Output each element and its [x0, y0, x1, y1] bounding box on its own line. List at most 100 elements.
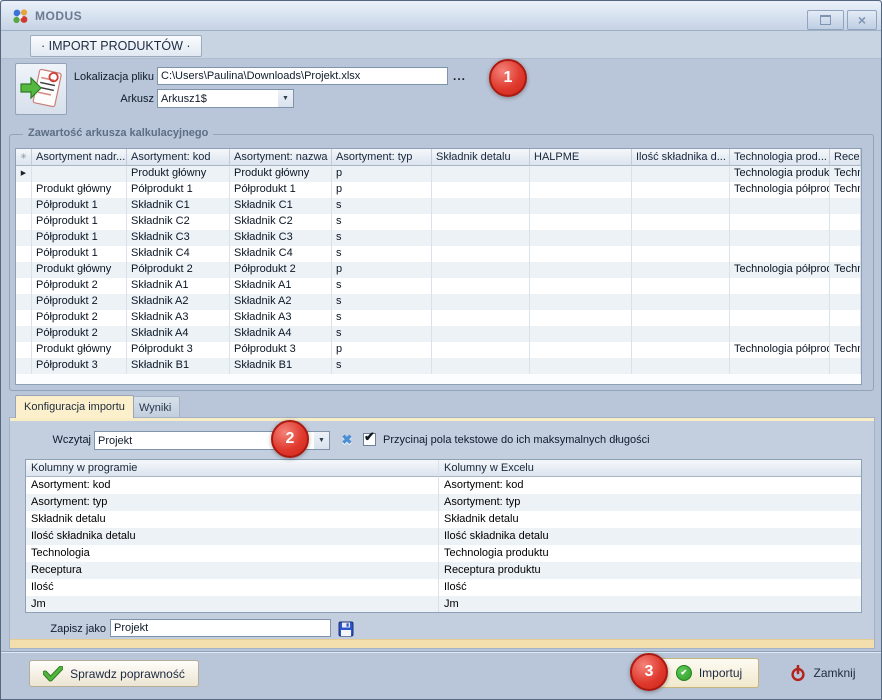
browse-button[interactable]: ...: [453, 69, 466, 83]
grid-cell: p: [332, 262, 432, 278]
tab-wyniki[interactable]: Wyniki: [130, 396, 180, 418]
close-icon: ×: [858, 13, 866, 27]
table-row[interactable]: Półprodukt 1Składnik C1Składnik C1s: [16, 198, 861, 214]
file-location-input[interactable]: [157, 67, 448, 85]
spreadsheet-group-title: Zawartość arkusza kalkulacyjnego: [23, 127, 213, 139]
grid-cell: Składnik C1: [230, 198, 332, 214]
table-row[interactable]: Produkt głównyPółprodukt 3Półprodukt 3pT…: [16, 342, 861, 358]
grid-cell: [32, 166, 127, 182]
row-indicator: [16, 230, 32, 246]
mapping-row[interactable]: Ilość składnika detaluIlość składnika de…: [26, 528, 861, 545]
mapping-row[interactable]: Asortyment: typAsortyment: typ: [26, 494, 861, 511]
grid-column-header[interactable]: Asortyment: nazwa: [230, 149, 332, 166]
grid-column-header[interactable]: Recept: [830, 149, 861, 166]
grid-cell: Półprodukt 2: [127, 262, 230, 278]
restore-icon: [820, 15, 831, 25]
grid-column-header[interactable]: Ilość składnika d...: [632, 149, 730, 166]
grid-cell: [830, 326, 861, 342]
save-as-input[interactable]: [110, 619, 331, 637]
table-row[interactable]: Produkt głównyPółprodukt 2Półprodukt 2pT…: [16, 262, 861, 278]
mapping-program-cell: Ilość składnika detalu: [26, 528, 439, 545]
grid-cell: [730, 214, 830, 230]
table-row[interactable]: Półprodukt 1Składnik C4Składnik C4s: [16, 246, 861, 262]
annotation-step-3: 3: [630, 653, 668, 691]
grid-cell: [432, 246, 530, 262]
grid-cell: [432, 214, 530, 230]
window-title: MODUS: [35, 9, 82, 23]
mapping-row[interactable]: Asortyment: kodAsortyment: kod: [26, 477, 861, 494]
grid-cell: Produkt główny: [127, 166, 230, 182]
mapping-row[interactable]: RecepturaReceptura produktu: [26, 562, 861, 579]
mapping-row[interactable]: Składnik detaluSkładnik detalu: [26, 511, 861, 528]
chevron-down-icon: ▼: [278, 90, 293, 107]
mapping-row[interactable]: TechnologiaTechnologia produktu: [26, 545, 861, 562]
mapping-program-cell: Technologia: [26, 545, 439, 562]
grid-cell: Produkt główny: [32, 342, 127, 358]
grid-column-header[interactable]: Asortyment: kod: [127, 149, 230, 166]
table-row[interactable]: Produkt głównyPółprodukt 1Półprodukt 1pT…: [16, 182, 861, 198]
grid-column-header[interactable]: Asortyment nadr...: [32, 149, 127, 166]
green-check-icon: [43, 666, 63, 682]
grid-cell: [530, 358, 632, 374]
table-row[interactable]: Półprodukt 1Składnik C2Składnik C2s: [16, 214, 861, 230]
grid-cell: s: [332, 198, 432, 214]
grid-cell: [432, 326, 530, 342]
close-dialog-label: Zamknij: [813, 666, 855, 680]
grid-column-header[interactable]: HALPME: [530, 149, 632, 166]
mapping-excel-cell: Jm: [439, 596, 861, 613]
table-row[interactable]: Półprodukt 2Składnik A2Składnik A2s: [16, 294, 861, 310]
grid-cell: [730, 278, 830, 294]
mapping-program-cell: Ilość: [26, 579, 439, 596]
app-logo-icon: [11, 7, 30, 26]
grid-column-header[interactable]: Asortyment: typ: [332, 149, 432, 166]
grid-cell: Półprodukt 2: [230, 262, 332, 278]
grid-cell: [830, 246, 861, 262]
trim-text-checkbox[interactable]: ✔: [363, 433, 376, 446]
grid-cell: s: [332, 294, 432, 310]
grid-cell: [730, 230, 830, 246]
grid-cell: Półprodukt 3: [230, 342, 332, 358]
grid-cell: Składnik C2: [230, 214, 332, 230]
grid-cell: [730, 198, 830, 214]
save-template-button[interactable]: [336, 619, 356, 639]
table-row[interactable]: Półprodukt 3Składnik B1Składnik B1s: [16, 358, 861, 374]
grid-cell: [632, 310, 730, 326]
restore-window-button[interactable]: [807, 10, 844, 30]
check-validity-button[interactable]: Sprawdz poprawność: [29, 660, 199, 687]
grid-cell: Technologia półprod: [730, 342, 830, 358]
import-file-icon-button[interactable]: [15, 63, 67, 115]
close-dialog-button[interactable]: Zamknij: [777, 658, 869, 688]
table-row[interactable]: Półprodukt 2Składnik A3Składnik A3s: [16, 310, 861, 326]
grid-cell: [530, 214, 632, 230]
grid-cell: Techno: [830, 342, 861, 358]
grid-cell: [432, 294, 530, 310]
row-indicator: [16, 262, 32, 278]
mapping-row[interactable]: IlośćIlość: [26, 579, 861, 596]
grid-cell: Składnik A1: [127, 278, 230, 294]
grid-column-header[interactable]: Technologia prod...: [730, 149, 830, 166]
modus-window: MODUS × · IMPORT PRODUKTÓW · Lokalizacja…: [0, 0, 882, 700]
mapping-row[interactable]: JmJm: [26, 596, 861, 613]
mapping-program-cell: Asortyment: typ: [26, 494, 439, 511]
table-row[interactable]: Półprodukt 2Składnik A1Składnik A1s: [16, 278, 861, 294]
table-row[interactable]: Półprodukt 1Składnik C3Składnik C3s: [16, 230, 861, 246]
row-indicator: [16, 294, 32, 310]
grid-cell: Składnik A2: [127, 294, 230, 310]
delete-template-button[interactable]: ✖: [338, 431, 356, 449]
mapping-excel-cell: Technologia produktu: [439, 545, 861, 562]
sheet-select[interactable]: Arkusz1$ ▼: [157, 89, 294, 108]
grid-column-header[interactable]: Składnik detalu: [432, 149, 530, 166]
table-row[interactable]: ▶Produkt głównyProdukt głównypTechnologi…: [16, 166, 861, 182]
mapping-excel-cell: Receptura produktu: [439, 562, 861, 579]
import-products-toolbar-button[interactable]: · IMPORT PRODUKTÓW ·: [30, 35, 202, 57]
grid-cell: Składnik A4: [127, 326, 230, 342]
grid-cell: [830, 358, 861, 374]
grid-cell: [632, 358, 730, 374]
green-circle-check-icon: ✔: [676, 665, 692, 681]
table-row[interactable]: Półprodukt 2Składnik A4Składnik A4s: [16, 326, 861, 342]
tab-konfiguracja-importu[interactable]: Konfiguracja importu: [15, 395, 134, 418]
close-window-button[interactable]: ×: [847, 10, 877, 30]
import-document-icon: [19, 67, 63, 111]
grid-cell: Składnik C1: [127, 198, 230, 214]
import-button[interactable]: ✔ Importuj: [659, 658, 759, 688]
